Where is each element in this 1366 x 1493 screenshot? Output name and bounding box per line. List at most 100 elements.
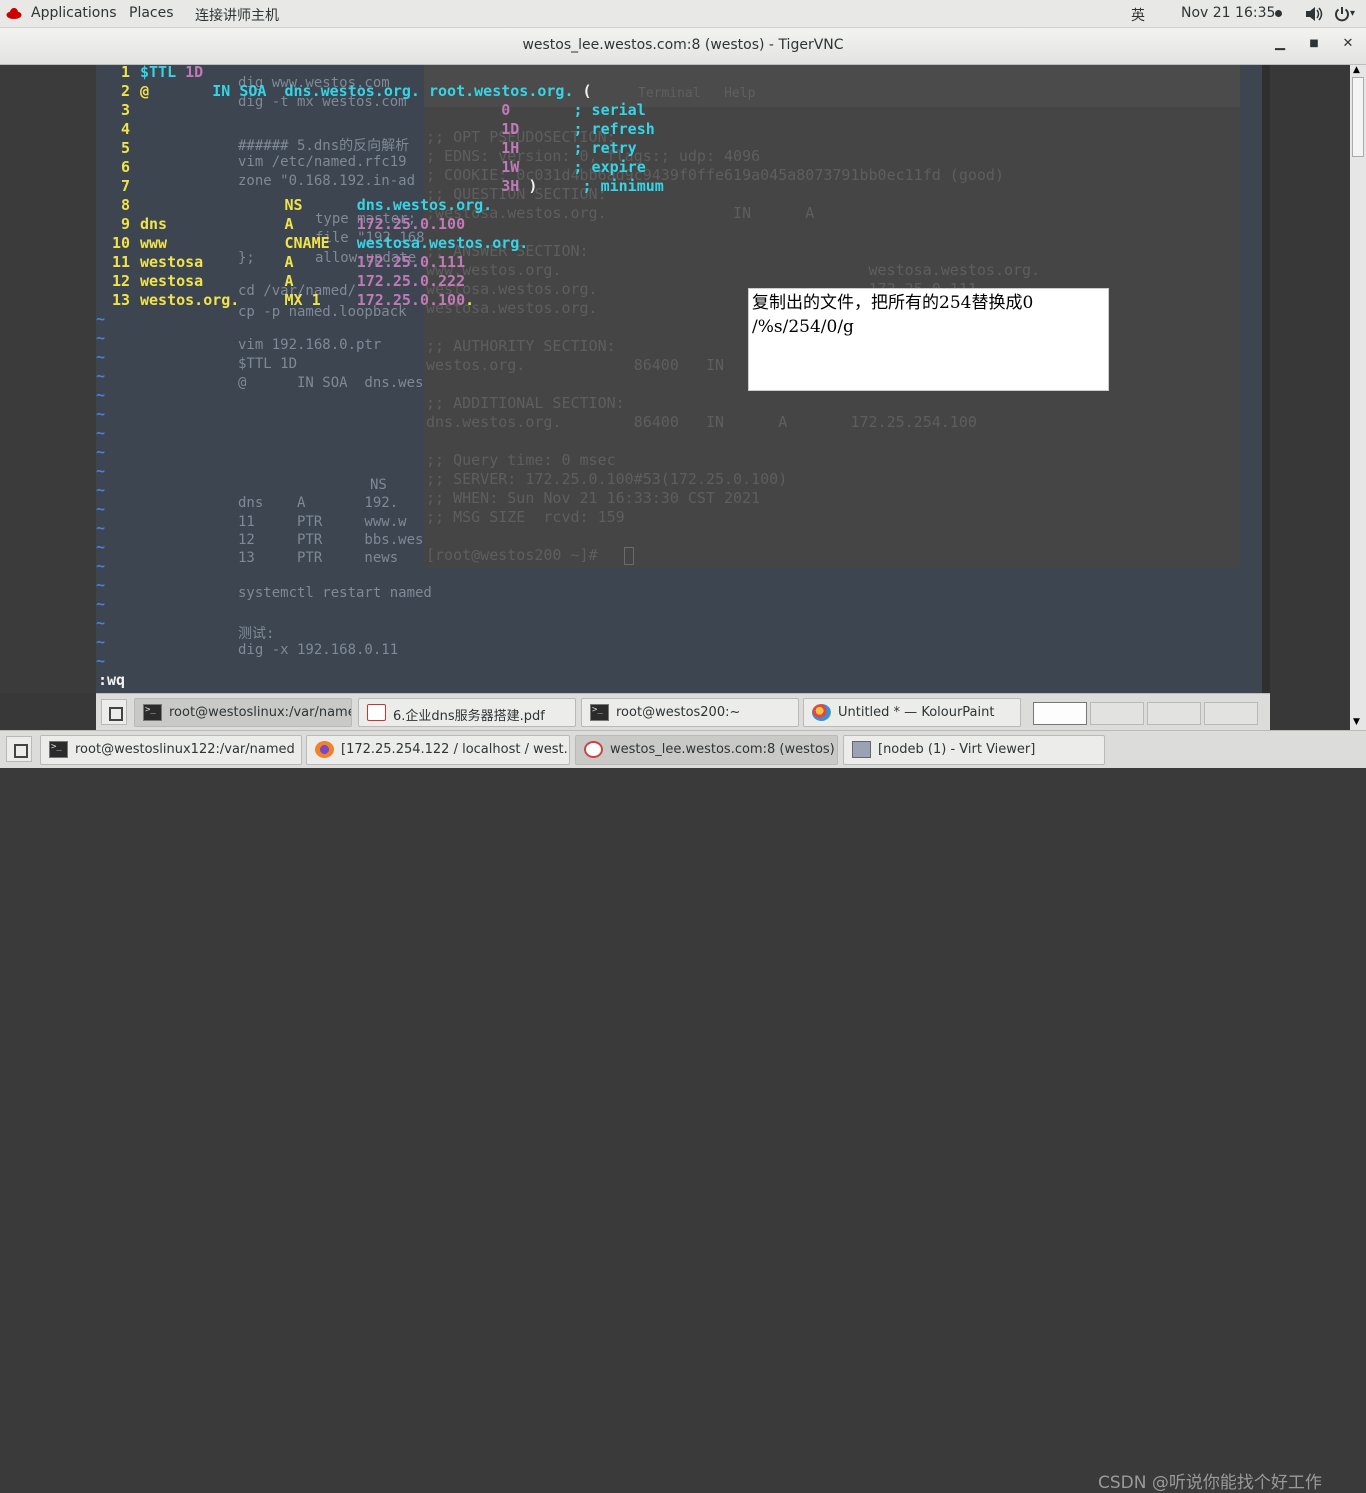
line-number: 4 [120,120,130,138]
taskbar-button[interactable]: 6.企业dns服务器搭建.pdf [358,698,576,727]
taskbar-button-label: root@westoslinux122:/var/named [75,742,295,757]
vim-editor[interactable]: dig www.westos.com dig -t mx westos.com ##… [96,65,1270,693]
vim-token: westosa [140,253,204,271]
vim-token: dns.westos.org. [302,196,493,214]
vim-token: MX 1 [284,291,321,309]
vim-line: 6 1W ; expire [100,158,646,176]
vim-token: CNAME [284,234,330,252]
vim-token: 172.25.0.111 [293,253,466,271]
vim-token: 172.25.0.222 [293,272,466,290]
tilde-marker: ~ [96,633,106,651]
vim-token: ; serial [573,101,646,119]
taskbar-button[interactable]: root@westoslinux122:/var/named [40,735,302,765]
taskbar-button-label: Untitled * — KolourPaint [838,705,995,720]
power-icon[interactable] [1334,6,1350,26]
vim-token: ; refresh [573,120,655,138]
gnome-top-bar: Applications Places 连接讲师主机 英 Nov 21 16:3… [0,0,1366,28]
terminal-output-line: ;; ADDITIONAL SECTION: [426,394,625,412]
scroll-up-icon[interactable]: ▲ [1353,65,1360,75]
terminal-icon [143,704,162,721]
workspace-1[interactable] [1033,702,1087,725]
taskbar-button-label: 6.企业dns服务器搭建.pdf [393,709,545,724]
taskbar-button[interactable]: Untitled * — KolourPaint [803,698,1021,727]
terminal-cursor [624,547,634,565]
line-number: 13 [111,291,130,309]
firefox-icon [315,741,334,758]
minimize-button[interactable]: ▁ [1269,36,1291,56]
tilde-marker: ~ [96,348,106,366]
vnc-window-titlebar[interactable]: westos_lee.westos.com:8 (westos) - Tiger… [0,28,1366,65]
vim-token: 1H [140,139,574,157]
vim-line: 9 dns A 172.25.0.100 [100,215,465,233]
vim-line: 11 westosa A 172.25.0.111 [100,253,465,271]
line-number: 1 [120,65,130,81]
remote-scrollbar[interactable] [1262,65,1270,693]
terminal-output-line: dns.westos.org. 86400 IN A 172.25.254.10… [426,413,977,431]
vim-token: $TTL [140,65,186,81]
vim-line: 5 1H ; retry [100,139,637,157]
vim-token: 172.25.0.100 [293,215,466,233]
window-title: westos_lee.westos.com:8 (westos) - Tiger… [522,37,844,53]
tilde-marker: ~ [96,462,106,480]
taskbar-button-label: root@westoslinux:/var/named [169,705,352,720]
scroll-down-icon[interactable]: ▼ [1353,717,1360,727]
redhat-icon[interactable] [6,6,22,20]
taskbar-button[interactable]: westos_lee.westos.com:8 (westos) ... [575,735,838,765]
background-note-line: systemctl restart named [238,585,432,601]
show-desktop-icon[interactable] [6,736,32,762]
kolourpaint-icon [812,704,831,721]
clock[interactable]: Nov 21 16:35 [1181,5,1275,21]
vim-token: www [140,234,168,252]
vim-line: 13 westos.org. MX 1 172.25.0.100. [100,291,474,309]
close-button[interactable]: ✕ [1337,36,1359,56]
vim-token: ; expire [573,158,646,176]
remote-taskbar: root@westoslinux:/var/named 6.企业dns服务器搭建.… [96,693,1270,730]
vnc-scrollbar[interactable]: ▲ ▼ [1350,65,1366,730]
remote-desktop-background [0,65,96,693]
line-number: 3 [120,101,130,119]
terminal-output-line: ;; MSG SIZE rcvd: 159 [426,508,625,526]
taskbar-button[interactable]: root@westos200:~ [581,698,799,727]
background-note-line: vim 192.168.0.ptr [238,337,382,353]
vim-token: A [284,272,294,290]
line-number: 12 [111,272,130,290]
input-method-indicator[interactable]: 英 [1131,5,1145,25]
maximize-button[interactable]: ■ [1303,38,1325,58]
workspace-2[interactable] [1090,702,1144,725]
workspace-4[interactable] [1204,702,1258,725]
terminal-output-line: www.westos.org. westosa.westos.org. [426,261,1041,279]
taskbar-button[interactable]: [172.25.254.122 / localhost / west... [306,735,570,765]
taskbar-button[interactable]: root@westoslinux:/var/named [134,698,352,727]
vim-command-line[interactable]: :wq [98,671,125,689]
virt-viewer-icon [852,741,871,758]
scrollbar-thumb[interactable] [1352,77,1364,157]
record-dot-icon [1275,10,1282,17]
vim-token: ( [573,82,592,100]
background-note-line: 13 PTR news [238,550,399,566]
terminal-menu: Terminal Help [638,86,756,101]
line-number: 9 [120,215,130,233]
vim-token: . [465,291,475,309]
background-note-line: 测试: [238,626,275,642]
chevron-down-icon[interactable]: ▾ [1350,8,1355,19]
note-line-2: /%s/254/0/g [752,317,854,337]
workspace-3[interactable] [1147,702,1201,725]
vim-line: 3 0 ; serial [100,101,646,119]
connect-host-menu[interactable]: 连接讲师主机 [195,5,279,25]
tilde-marker: ~ [96,481,106,499]
vim-token [203,272,284,290]
vim-line: 10 www CNAME westosa.westos.org. [100,234,528,252]
vnc-viewport[interactable]: dig www.westos.com dig -t mx westos.com ##… [0,65,1366,730]
background-note-line: dig -x 192.168.0.11 [238,642,399,658]
tilde-marker: ~ [96,367,106,385]
applications-menu[interactable]: Applications [31,5,117,21]
line-number: 10 [111,234,130,252]
volume-icon[interactable] [1305,6,1323,26]
taskbar-button[interactable]: [nodeb (1) - Virt Viewer] [843,735,1105,765]
show-desktop-icon[interactable] [101,699,127,725]
places-menu[interactable]: Places [129,5,174,21]
vim-token: 3H [140,177,529,195]
line-number: 2 [120,82,130,100]
local-taskbar: CSDN @听说你能找个好工作 root@westoslinux122:/var… [0,730,1366,1493]
tilde-marker: ~ [96,310,106,328]
